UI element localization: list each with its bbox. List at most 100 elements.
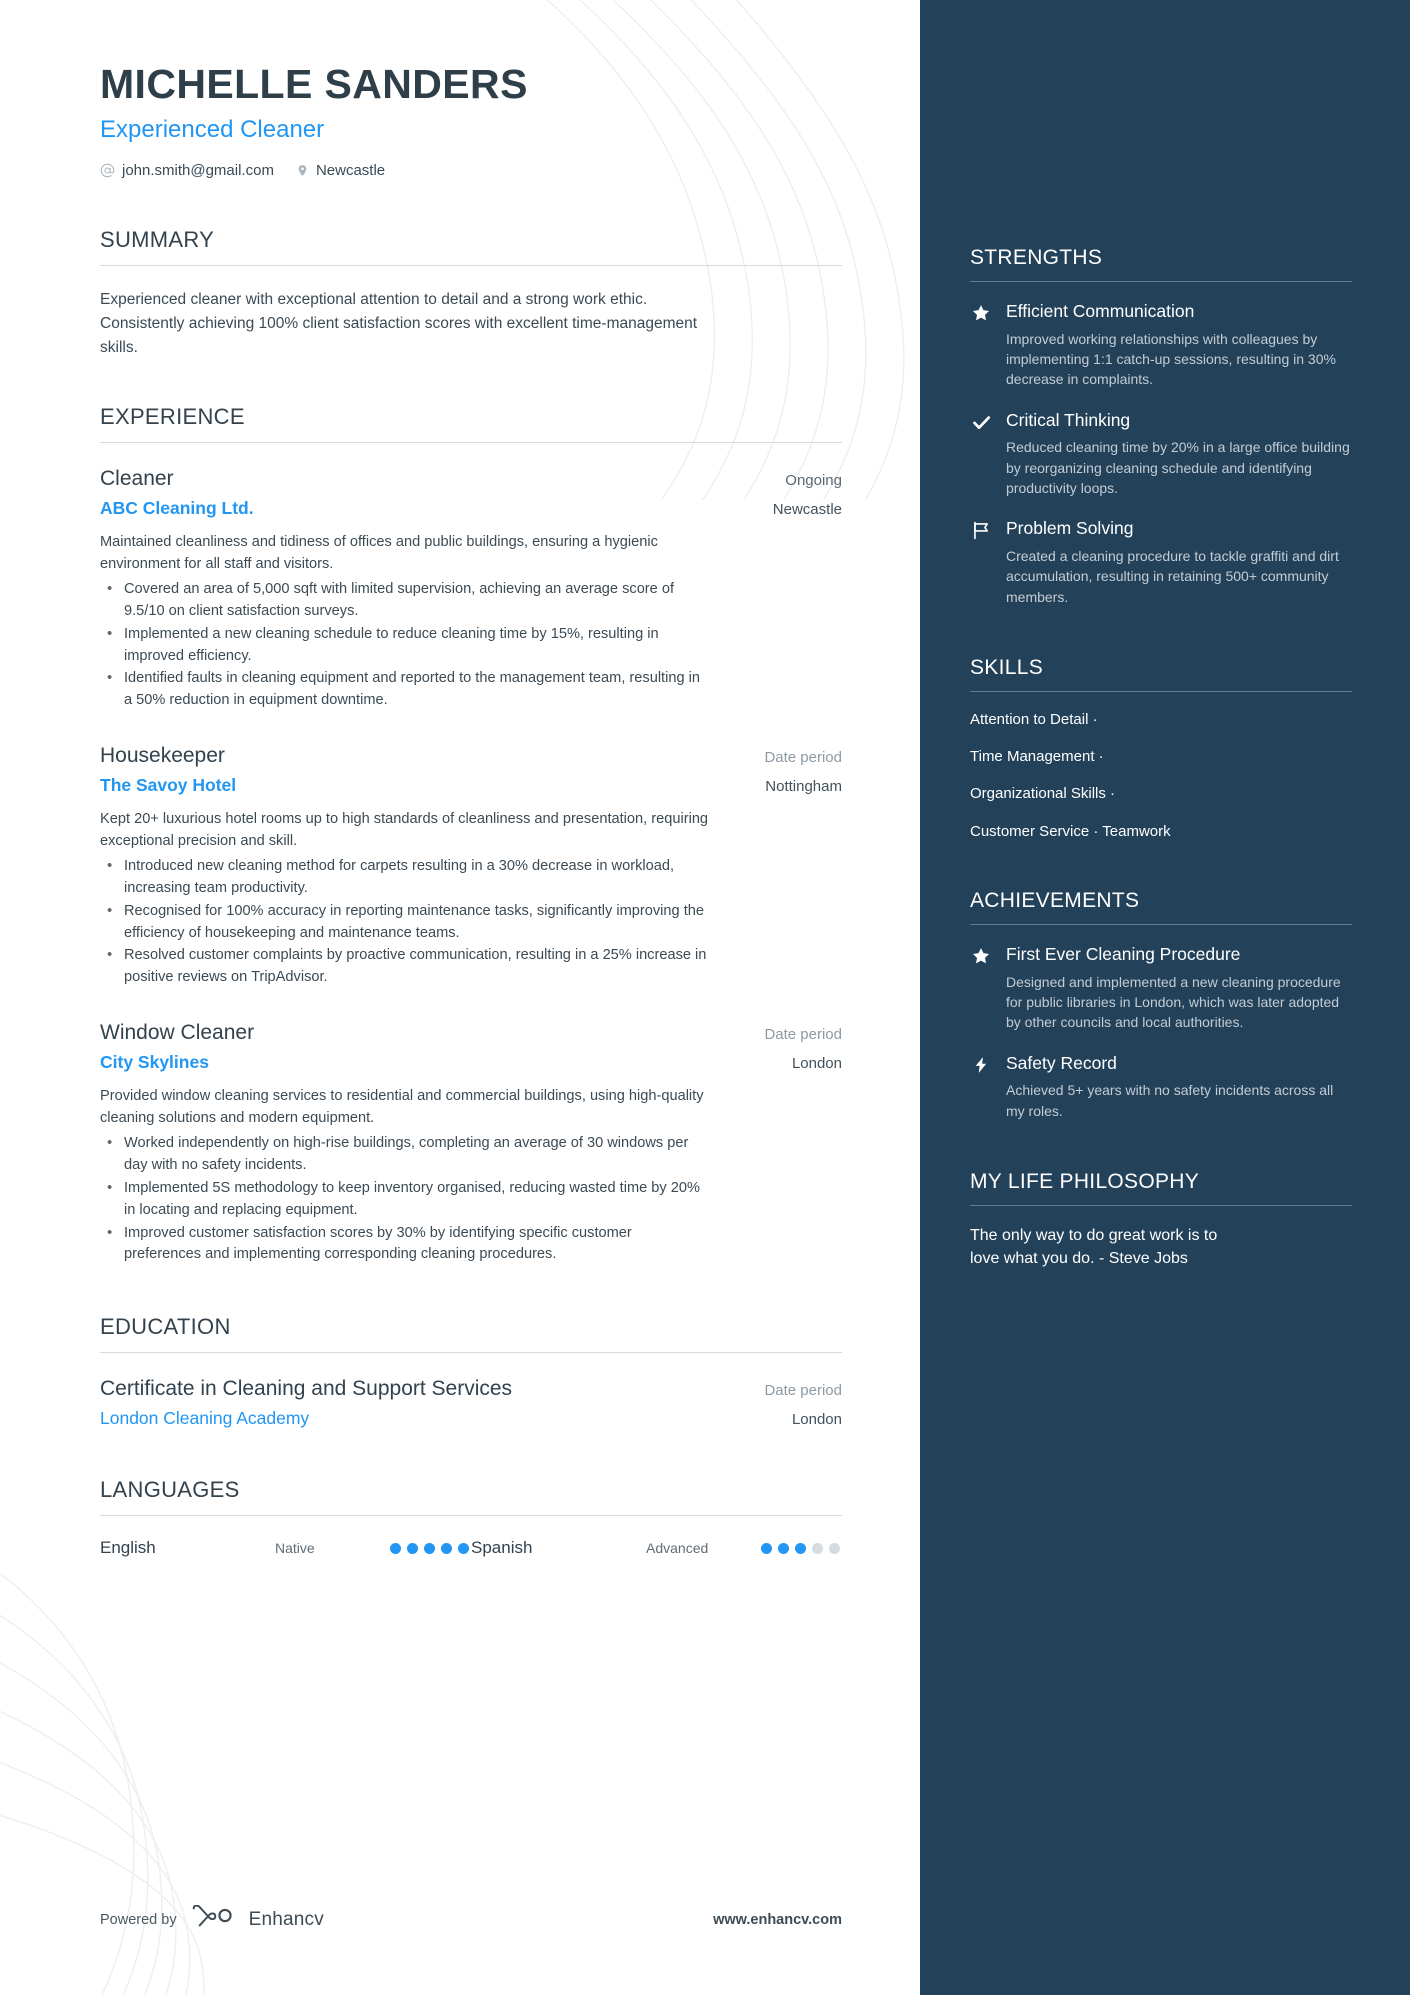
- achievement-item: First Ever Cleaning Procedure Designed a…: [970, 943, 1352, 1033]
- entry-degree-title: Certificate in Cleaning and Support Serv…: [100, 1377, 513, 1401]
- rating-dot-empty: [812, 1542, 823, 1554]
- powered-by-label: Powered by: [100, 1912, 177, 1928]
- strengths-heading: STRENGTHS: [970, 246, 1103, 269]
- sidebar-section-philosophy: MY LIFE PHILOSOPHY The only way to do gr…: [970, 1170, 1352, 1270]
- sidebar-section-achievements: ACHIEVEMENTS First Ever Cleaning Procedu…: [970, 889, 1352, 1121]
- location-pin-icon: [296, 163, 309, 178]
- section-education: EDUCATION Certificate in Cleaning and Su…: [100, 1314, 842, 1429]
- experience-heading: EXPERIENCE: [100, 404, 245, 430]
- entry-location: Newcastle: [772, 501, 842, 519]
- contact-row: john.smith@gmail.com Newcastle: [100, 162, 842, 179]
- entry-job-title: Cleaner: [100, 467, 174, 491]
- entry-bullet-list: Worked independently on high-rise buildi…: [100, 1132, 712, 1267]
- entry-description: Maintained cleanliness and tidiness of o…: [100, 534, 658, 572]
- bolt-icon: [970, 1052, 992, 1121]
- contact-email[interactable]: john.smith@gmail.com: [100, 162, 274, 179]
- achievement-item: Safety Record Achieved 5+ years with no …: [970, 1052, 1352, 1121]
- entry-date: Date period: [764, 1026, 842, 1044]
- powered-by-block: Powered by Enhancv: [100, 1904, 324, 1935]
- entry-bullet-list: Covered an area of 5,000 sqft with limit…: [100, 578, 712, 712]
- skill-line: Customer Service · Teamwork: [970, 822, 1171, 840]
- skills-heading: SKILLS: [970, 655, 1044, 679]
- skill-line: Attention to Detail ·: [970, 710, 1098, 728]
- list-item: Worked independently on high-rise buildi…: [100, 1132, 712, 1177]
- rating-dot-filled: [458, 1542, 469, 1554]
- list-item: Introduced new cleaning method for carpe…: [100, 855, 712, 900]
- entry-company[interactable]: The Savoy Hotel: [100, 775, 236, 796]
- entry-date: Date period: [764, 749, 842, 767]
- experience-entry: Housekeeper Date period The Savoy Hotel …: [100, 742, 842, 989]
- entry-job-title: Housekeeper: [100, 744, 225, 768]
- list-item: Recognised for 100% accuracy in reportin…: [100, 900, 712, 945]
- entry-description: Provided window cleaning services to res…: [100, 1088, 704, 1127]
- philosophy-quote: The only way to do great work is to love…: [970, 1226, 1218, 1268]
- list-item: Implemented a new cleaning schedule to r…: [100, 623, 712, 668]
- language-name: English: [100, 1538, 156, 1558]
- list-item: Improved customer satisfaction scores by…: [100, 1222, 712, 1267]
- rating-dot-filled: [390, 1542, 401, 1554]
- experience-entry: Cleaner Ongoing ABC Cleaning Ltd. Newcas…: [100, 465, 842, 712]
- job-role-subtitle: Experienced Cleaner: [100, 116, 325, 144]
- rating-dot-empty: [829, 1542, 840, 1554]
- list-item: Identified faults in cleaning equipment …: [100, 667, 712, 712]
- resume-page: MICHELLE SANDERS Experienced Cleaner joh…: [0, 0, 1410, 1995]
- entry-date: Date period: [764, 1382, 842, 1400]
- star-icon: [970, 943, 992, 1033]
- language-rating-dots: [390, 1542, 469, 1554]
- education-entry: Certificate in Cleaning and Support Serv…: [100, 1375, 842, 1429]
- contact-location: Newcastle: [296, 162, 385, 179]
- divider: [100, 265, 842, 267]
- entry-company[interactable]: ABC Cleaning Ltd.: [100, 498, 254, 519]
- experience-entry: Window Cleaner Date period City Skylines…: [100, 1019, 842, 1266]
- language-rating-dots: [761, 1542, 840, 1554]
- rating-dot-filled: [441, 1542, 452, 1554]
- enhancv-logo-icon: [190, 1904, 236, 1935]
- strength-description: Created a cleaning procedure to tackle g…: [1006, 548, 1339, 605]
- entry-location: Nottingham: [765, 778, 842, 796]
- achievement-description: Designed and implemented a new cleaning …: [1006, 973, 1341, 1031]
- philosophy-heading: MY LIFE PHILOSOPHY: [970, 1169, 1200, 1193]
- section-summary: SUMMARY Experienced cleaner with excepti…: [100, 227, 842, 360]
- sidebar-section-strengths: STRENGTHS Efficient Communication Improv…: [970, 246, 1352, 607]
- language-item: English Native: [100, 1538, 471, 1558]
- check-icon: [970, 409, 992, 499]
- section-experience: EXPERIENCE Cleaner Ongoing ABC Cleaning …: [100, 404, 842, 1266]
- strength-item: Critical Thinking Reduced cleaning time …: [970, 409, 1352, 499]
- star-icon: [970, 300, 992, 390]
- achievement-title: First Ever Cleaning Procedure: [1006, 943, 1241, 964]
- rating-dot-filled: [795, 1542, 806, 1554]
- languages-heading: LANGUAGES: [100, 1477, 240, 1503]
- divider: [970, 690, 1352, 692]
- header: MICHELLE SANDERS Experienced Cleaner joh…: [100, 61, 842, 179]
- education-heading: EDUCATION: [100, 1314, 231, 1340]
- strength-item: Problem Solving Created a cleaning proce…: [970, 517, 1352, 607]
- skills-list: Attention to Detail · Time Management · …: [970, 710, 1352, 842]
- strength-title: Critical Thinking: [1006, 409, 1131, 430]
- flag-icon: [970, 517, 992, 607]
- entry-bullet-list: Introduced new cleaning method for carpe…: [100, 855, 712, 989]
- contact-email-text: john.smith@gmail.com: [122, 162, 274, 180]
- entry-institution[interactable]: London Cleaning Academy: [100, 1408, 309, 1429]
- skill-line: Time Management ·: [970, 748, 1104, 766]
- section-languages: LANGUAGES English Native Spanish Advance…: [100, 1477, 842, 1558]
- entry-company[interactable]: City Skylines: [100, 1052, 209, 1073]
- at-icon: [100, 163, 115, 178]
- list-item: Implemented 5S methodology to keep inven…: [100, 1177, 712, 1222]
- strength-description: Improved working relationships with coll…: [1006, 330, 1336, 388]
- entry-date: Ongoing: [785, 472, 842, 490]
- entry-location: London: [791, 1055, 842, 1073]
- list-item: Covered an area of 5,000 sqft with limit…: [100, 578, 712, 623]
- sidebar: STRENGTHS Efficient Communication Improv…: [920, 0, 1410, 1995]
- summary-text: Experienced cleaner with exceptional att…: [100, 291, 698, 357]
- achievement-description: Achieved 5+ years with no safety inciden…: [1006, 1082, 1334, 1119]
- entry-location: London: [791, 1411, 842, 1429]
- rating-dot-filled: [761, 1542, 772, 1554]
- list-item: Resolved customer complaints by proactiv…: [100, 944, 712, 989]
- divider: [970, 1204, 1352, 1206]
- footer: Powered by Enhancv www.enhancv.com: [100, 1904, 842, 1935]
- divider: [970, 923, 1352, 925]
- languages-row: English Native Spanish Advanced: [100, 1538, 842, 1558]
- website-url[interactable]: www.enhancv.com: [713, 1912, 842, 1928]
- strength-title: Problem Solving: [1006, 518, 1134, 539]
- language-level: Native: [275, 1540, 315, 1557]
